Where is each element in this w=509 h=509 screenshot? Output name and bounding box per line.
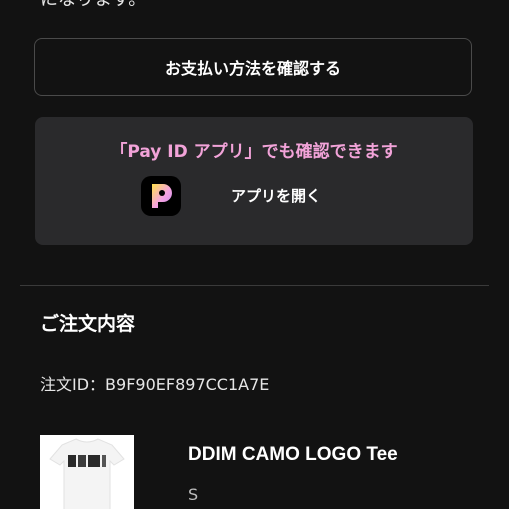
order-id-label: 注文ID： bbox=[40, 375, 106, 394]
order-id: 注文ID：B9F90EF897CC1A7E bbox=[40, 371, 269, 395]
section-divider bbox=[20, 285, 489, 286]
payid-card-title: 「Pay ID アプリ」でも確認できます bbox=[110, 142, 398, 162]
order-id-value: B9F90EF897CC1A7E bbox=[105, 375, 270, 394]
payment-confirmation-page: になります。 お支払い方法を確認する 「Pay ID アプリ」でも確認できます … bbox=[0, 0, 509, 509]
open-app-link[interactable]: アプリを開く bbox=[231, 185, 321, 206]
product-thumbnail[interactable] bbox=[40, 435, 134, 509]
confirm-payment-method-button[interactable]: お支払い方法を確認する bbox=[34, 38, 472, 96]
top-cut-text: になります。 bbox=[40, 0, 146, 12]
product-name: DDIM CAMO LOGO Tee bbox=[188, 444, 398, 465]
product-size: S bbox=[188, 485, 199, 504]
order-details-title: ご注文内容 bbox=[40, 313, 136, 335]
payid-logo-icon[interactable] bbox=[141, 176, 181, 216]
payid-app-card: 「Pay ID アプリ」でも確認できます アプリを開く bbox=[35, 117, 473, 245]
